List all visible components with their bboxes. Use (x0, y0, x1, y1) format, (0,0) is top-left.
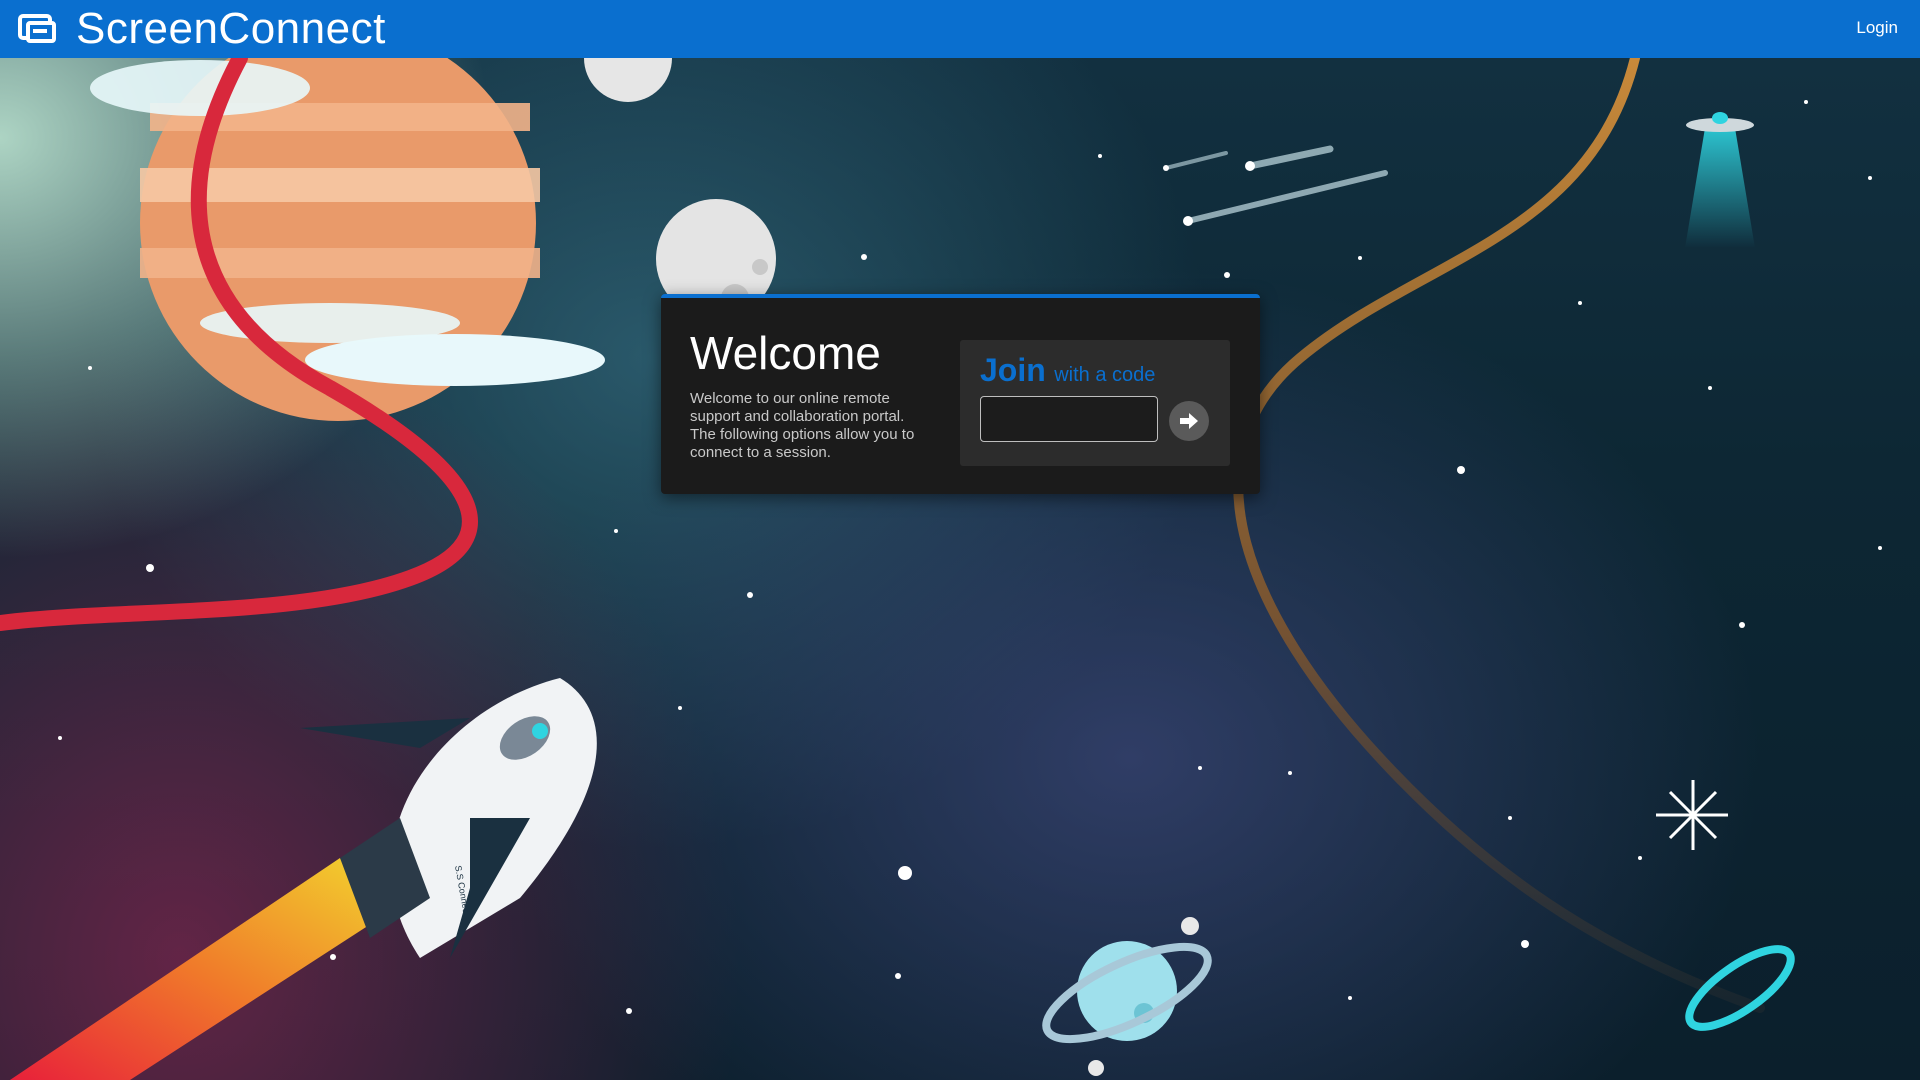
space-illustration: S.S Connect (0, 58, 1882, 1080)
screenconnect-logo-icon (18, 14, 56, 43)
join-title: Join (980, 352, 1046, 388)
welcome-text: Welcome to our online remote support and… (690, 390, 915, 461)
ufo (1685, 112, 1755, 248)
welcome-title: Welcome (690, 327, 881, 379)
brand[interactable]: ScreenConnect (16, 6, 386, 52)
top-bar: ScreenConnect Login (0, 0, 1920, 58)
ringed-planet (1042, 917, 1212, 1076)
join-submit-button[interactable] (1169, 401, 1209, 441)
join-subtitle: with a code (1054, 364, 1156, 386)
brand-name: ScreenConnect (76, 4, 386, 53)
login-link[interactable]: Login (1856, 18, 1898, 38)
moon (584, 58, 672, 102)
rocket: S.S Connect (10, 678, 597, 1080)
arrow-right-icon (1180, 413, 1198, 429)
join-heading: Join with a code (980, 352, 1155, 389)
welcome-panel: Welcome Welcome to our online remote sup… (661, 294, 1260, 494)
astronaut (898, 866, 912, 880)
space-background: S.S Connect (0, 58, 1920, 1080)
session-code-input[interactable] (980, 396, 1158, 442)
jupiter-planet (90, 58, 605, 421)
join-with-code-box: Join with a code (960, 340, 1230, 466)
sparkle (1656, 780, 1728, 850)
orbit-trail (1233, 58, 1765, 1013)
meteors (1163, 145, 1388, 226)
